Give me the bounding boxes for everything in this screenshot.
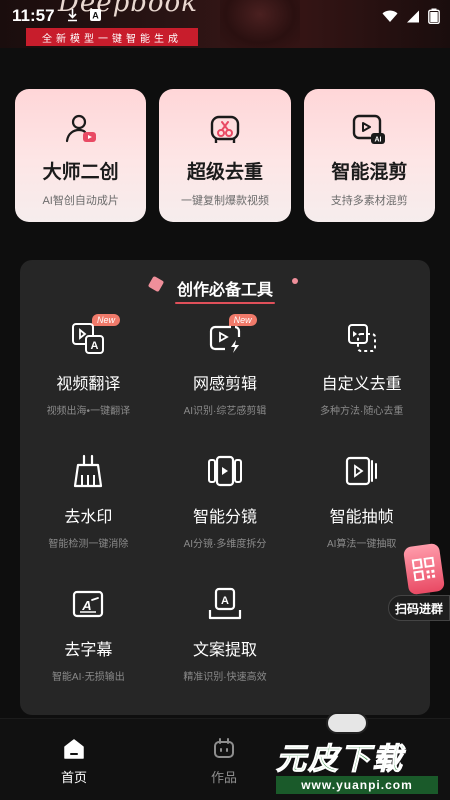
user-video-icon xyxy=(65,114,96,143)
card-master-remix[interactable]: 大师二创 AI智创自动成片 xyxy=(15,89,147,222)
join-group-label: 扫码进群 xyxy=(388,595,450,621)
broom-icon xyxy=(74,454,103,488)
join-group-float-button[interactable]: 扫码进群 xyxy=(388,542,450,627)
nav-label: 首页 xyxy=(60,770,87,785)
tool-name: 自定义去重 xyxy=(321,376,402,393)
gamepad-logo-icon xyxy=(326,712,368,734)
tool-frame-extract[interactable]: 智能抽帧 AI算法一键抽取 xyxy=(293,453,430,550)
qr-code-icon xyxy=(402,542,446,596)
storyboard-icon xyxy=(207,455,242,487)
tool-desc: 多种方法·随心去重 xyxy=(319,406,404,417)
svg-text:AI: AI xyxy=(375,137,382,144)
tool-name: 智能抽帧 xyxy=(329,509,394,526)
tool-desc: 智能检测一键消除 xyxy=(48,539,129,550)
status-time: 11:57 xyxy=(12,6,55,25)
card-subtitle: AI智创自动成片 xyxy=(42,195,119,207)
svg-text:A: A xyxy=(91,340,99,352)
flash-video-icon xyxy=(209,325,241,353)
custom-dedupe-icon xyxy=(347,324,376,352)
site-watermark: 元皮下载 www.yuanpi.com xyxy=(270,712,446,800)
wifi-icon xyxy=(382,10,398,28)
tools-panel: 创作必备工具 New A 视频翻译 视频出海•一键翻译 New 网感剪辑 AI识… xyxy=(20,260,430,715)
text-extract-icon: A xyxy=(208,587,242,620)
tool-name: 去水印 xyxy=(64,509,113,526)
scissors-cut-icon xyxy=(210,115,240,143)
tool-video-translate[interactable]: New A 视频翻译 视频出海•一键翻译 xyxy=(20,314,157,417)
feature-cards: 大师二创 AI智创自动成片 超级去重 一键复制爆款视频 AI 智能混剪 支持多素… xyxy=(15,89,435,222)
signal-icon xyxy=(406,10,420,28)
download-icon xyxy=(66,8,79,25)
home-icon xyxy=(64,739,84,759)
tool-desc: AI识别·综艺感剪辑 xyxy=(183,406,267,417)
svg-text:A: A xyxy=(92,11,99,21)
tool-smart-storyboard[interactable]: 智能分镜 AI分镜·多维度拆分 xyxy=(157,453,294,550)
tool-vibe-edit[interactable]: New 网感剪辑 AI识别·综艺感剪辑 xyxy=(157,314,294,417)
watermark-text: 元皮下载 xyxy=(276,743,404,777)
card-super-dedupe[interactable]: 超级去重 一键复制爆款视频 xyxy=(159,89,291,222)
remove-subtitle-icon: A xyxy=(73,590,104,618)
card-subtitle: 支持多素材混剪 xyxy=(330,195,408,207)
tool-desc: AI算法一键抽取 xyxy=(326,539,397,550)
tool-desc: AI分镜·多维度拆分 xyxy=(183,539,267,550)
svg-text:A: A xyxy=(82,598,92,613)
nav-works[interactable]: 作品 xyxy=(194,737,254,786)
battery-icon xyxy=(428,8,440,29)
tool-remove-subtitle[interactable]: A 去字幕 智能AI·无损输出 xyxy=(20,586,157,683)
tools-section-title: 创作必备工具 xyxy=(174,276,276,304)
nav-home[interactable]: 首页 xyxy=(44,737,104,786)
ai-video-icon: AI xyxy=(353,114,386,144)
notification-a-icon: A xyxy=(89,8,102,25)
tool-custom-dedupe[interactable]: 自定义去重 多种方法·随心去重 xyxy=(293,320,430,417)
card-subtitle: 一键复制爆款视频 xyxy=(180,195,269,207)
translate-icon: A xyxy=(72,323,105,354)
card-smart-mix[interactable]: AI 智能混剪 支持多素材混剪 xyxy=(303,89,435,222)
tool-desc: 精准识别·快速高效 xyxy=(183,672,267,683)
tool-name: 智能分镜 xyxy=(192,509,257,526)
card-title: 大师二创 xyxy=(42,162,119,183)
nav-label: 作品 xyxy=(210,770,237,785)
tool-desc: 智能AI·无损输出 xyxy=(51,672,125,683)
tool-remove-watermark[interactable]: 去水印 智能检测一键消除 xyxy=(20,453,157,550)
frame-extract-icon xyxy=(345,456,377,486)
tool-name: 视频翻译 xyxy=(56,376,121,393)
watermark-url: www.yuanpi.com xyxy=(276,776,438,794)
tool-text-extract[interactable]: A 文案提取 精准识别·快速高效 xyxy=(157,586,294,683)
svg-text:A: A xyxy=(221,595,229,607)
tool-name: 网感剪辑 xyxy=(192,376,257,393)
card-title: 超级去重 xyxy=(186,162,263,183)
status-bar: 11:57 A xyxy=(0,0,450,32)
works-icon xyxy=(214,738,234,758)
tool-name: 去字幕 xyxy=(64,642,113,659)
tool-name: 文案提取 xyxy=(192,642,257,659)
card-title: 智能混剪 xyxy=(331,162,408,183)
tool-desc: 视频出海•一键翻译 xyxy=(46,406,131,417)
